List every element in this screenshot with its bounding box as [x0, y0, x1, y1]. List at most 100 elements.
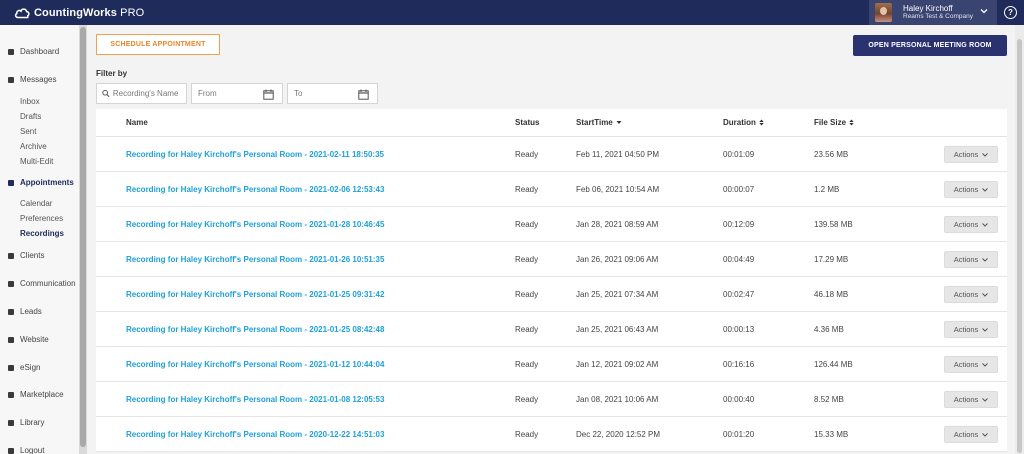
sidebar-subitem-calendar[interactable]: Calendar: [20, 199, 52, 208]
sidebar-item-label: Website: [20, 335, 49, 344]
schedule-appointment-button[interactable]: SCHEDULE APPOINTMENT: [96, 34, 220, 55]
sidebar-item-dashboard[interactable]: Dashboard: [8, 47, 59, 56]
sidebar-subitem-inbox[interactable]: Inbox: [20, 97, 40, 106]
sidebar-item-label: Dashboard: [20, 47, 60, 56]
actions-label: Actions: [953, 255, 979, 264]
start-time-cell: Dec 22, 2020 12:52 PM: [576, 430, 661, 439]
logout-icon: [8, 447, 14, 454]
user-company: Reams Test & Company: [903, 12, 973, 20]
sidebar-subitem-sent[interactable]: Sent: [20, 127, 36, 136]
recording-name-link[interactable]: Recording for Haley Kirchoff's Personal …: [126, 360, 384, 369]
status-cell: Ready: [515, 430, 539, 439]
logo-text: CountingWorks: [34, 6, 117, 19]
duration-cell: 00:16:16: [723, 360, 755, 369]
actions-label: Actions: [953, 395, 979, 404]
recording-name-link[interactable]: Recording for Haley Kirchoff's Personal …: [126, 395, 384, 404]
recording-name-link[interactable]: Recording for Haley Kirchoff's Personal …: [126, 255, 384, 264]
actions-button[interactable]: Actions: [944, 356, 998, 373]
start-time-cell: Jan 26, 2021 09:06 AM: [576, 255, 659, 264]
sidebar-scroll-thumb[interactable]: [80, 27, 86, 447]
status-cell: Ready: [515, 150, 539, 159]
file-size-cell: 15.33 MB: [814, 430, 849, 439]
actions-label: Actions: [953, 150, 979, 159]
actions-button[interactable]: Actions: [944, 251, 998, 268]
chevron-down-icon[interactable]: [980, 8, 988, 14]
filter-label: Filter by: [96, 69, 128, 78]
page-scroll-thumb[interactable]: [1017, 39, 1022, 453]
sidebar-item-label: Communication: [20, 279, 76, 288]
duration-cell: 00:00:07: [723, 185, 755, 194]
app-logo[interactable]: CountingWorks PRO: [14, 5, 144, 20]
actions-button[interactable]: Actions: [944, 286, 998, 303]
column-header-name[interactable]: Name: [126, 118, 148, 127]
page-scrollbar[interactable]: [1015, 25, 1024, 454]
actions-label: Actions: [953, 360, 979, 369]
sidebar-item-label: Clients: [20, 251, 45, 260]
column-header-starttime[interactable]: StartTime: [576, 118, 622, 127]
sidebar-item-leads[interactable]: Leads: [8, 307, 42, 316]
actions-button[interactable]: Actions: [944, 321, 998, 338]
sidebar-item-marketplace[interactable]: Marketplace: [8, 390, 64, 399]
recording-name-link[interactable]: Recording for Haley Kirchoff's Personal …: [126, 185, 384, 194]
sidebar-item-label: Logout: [20, 446, 45, 454]
search-input[interactable]: [112, 89, 186, 98]
column-header-duration[interactable]: Duration: [723, 118, 764, 127]
calendar-icon[interactable]: [358, 89, 369, 100]
recording-name-link[interactable]: Recording for Haley Kirchoff's Personal …: [126, 290, 384, 299]
calendar-icon[interactable]: [263, 89, 274, 100]
actions-button[interactable]: Actions: [944, 216, 998, 233]
actions-button[interactable]: Actions: [944, 181, 998, 198]
user-menu[interactable]: Haley Kirchoff Reams Test & Company: [869, 0, 997, 25]
sidebar-item-esign[interactable]: eSign: [8, 363, 40, 372]
dashboard-icon: [8, 48, 14, 55]
recording-name-link[interactable]: Recording for Haley Kirchoff's Personal …: [126, 150, 384, 159]
sidebar-item-label: Marketplace: [20, 390, 64, 399]
sidebar-item-communication[interactable]: Communication: [8, 279, 76, 288]
sidebar-subitem-archive[interactable]: Archive: [20, 142, 47, 151]
help-label: ?: [1008, 8, 1013, 17]
sidebar-scrollbar[interactable]: [79, 25, 87, 454]
leads-icon: [8, 308, 14, 315]
sidebar-item-messages[interactable]: Messages: [8, 75, 56, 84]
actions-button[interactable]: Actions: [944, 426, 998, 443]
file-size-cell: 4.36 MB: [814, 325, 844, 334]
start-time-cell: Jan 25, 2021 06:43 AM: [576, 325, 659, 334]
sidebar-item-website[interactable]: Website: [8, 335, 49, 344]
sidebar-item-logout[interactable]: Logout: [8, 446, 44, 454]
sidebar-subitem-drafts[interactable]: Drafts: [20, 112, 41, 121]
recording-name-link[interactable]: Recording for Haley Kirchoff's Personal …: [126, 220, 384, 229]
status-cell: Ready: [515, 395, 539, 404]
sidebar-subitem-recordings[interactable]: Recordings: [20, 229, 64, 238]
sidebar-item-appointments[interactable]: Appointments: [8, 178, 74, 187]
actions-button[interactable]: Actions: [944, 391, 998, 408]
sidebar-item-label: eSign: [20, 363, 41, 372]
sidebar-item-label: Messages: [20, 75, 57, 84]
help-icon[interactable]: ?: [1004, 6, 1017, 19]
website-icon: [8, 336, 14, 343]
sidebar-subitem-preferences[interactable]: Preferences: [20, 214, 63, 223]
file-size-cell: 1.2 MB: [814, 185, 840, 194]
table-row: Recording for Haley Kirchoff's Personal …: [96, 312, 1007, 347]
column-header-status[interactable]: Status: [515, 118, 539, 127]
open-personal-meeting-room-button[interactable]: OPEN PERSONAL MEETING ROOM: [853, 35, 1007, 56]
column-header-file-size[interactable]: File Size: [814, 118, 854, 127]
recording-name-link[interactable]: Recording for Haley Kirchoff's Personal …: [126, 325, 384, 334]
sidebar-item-clients[interactable]: Clients: [8, 251, 44, 260]
actions-button[interactable]: Actions: [944, 146, 998, 163]
logo-suffix: PRO: [120, 6, 145, 19]
table-row: Recording for Haley Kirchoff's Personal …: [96, 172, 1007, 207]
table-row: Recording for Haley Kirchoff's Personal …: [96, 382, 1007, 417]
actions-label: Actions: [953, 185, 979, 194]
status-cell: Ready: [515, 220, 539, 229]
actions-label: Actions: [953, 325, 979, 334]
top-bar: CountingWorks PRO Haley Kirchoff Reams T…: [0, 0, 1024, 25]
chevron-down-icon: [982, 257, 989, 262]
start-time-cell: Jan 08, 2021 10:06 AM: [576, 395, 659, 404]
sidebar-item-library[interactable]: Library: [8, 418, 44, 427]
table-row: Recording for Haley Kirchoff's Personal …: [96, 347, 1007, 382]
start-time-cell: Feb 06, 2021 10:54 AM: [576, 185, 660, 194]
recording-name-link[interactable]: Recording for Haley Kirchoff's Personal …: [126, 430, 384, 439]
sidebar-subitem-multi-edit[interactable]: Multi-Edit: [20, 157, 53, 166]
library-icon: [8, 419, 14, 426]
to-date-field: [287, 83, 378, 104]
